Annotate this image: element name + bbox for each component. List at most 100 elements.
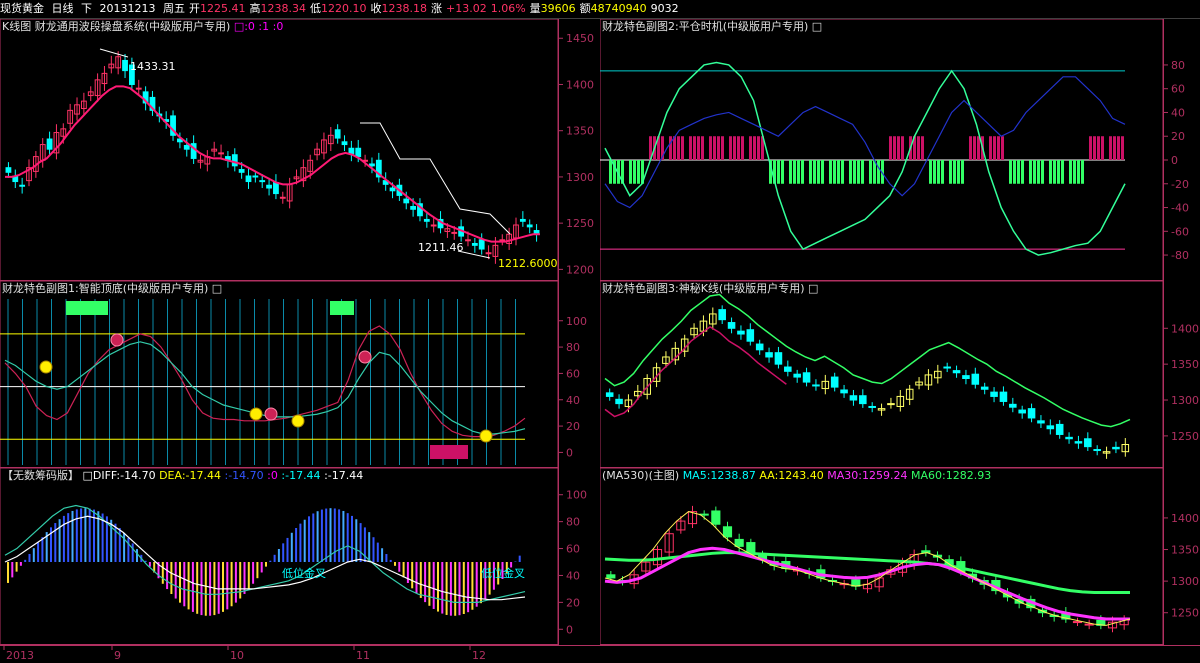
chips-chart[interactable]: 100 80 60 40 20 0 — [0, 468, 600, 645]
sub2-hist-bar — [669, 136, 672, 160]
sub3-candle — [1055, 423, 1064, 435]
sub2-panel[interactable]: 财龙特色副图2:平仓时机(中级版用户专用) □ 80 60 40 20 0 -20 -40 -… — [600, 19, 1200, 281]
sub3-chart[interactable]: 1400 1350 1300 1250 — [600, 281, 1200, 468]
date-tick-label: 10 — [230, 649, 244, 662]
sub1-title: 财龙特色副图1:智能顶底(中级版用户专用) □ — [2, 282, 223, 295]
kline-candle — [5, 167, 12, 173]
sub2-hist-bar — [829, 160, 832, 184]
aa-label: AA:1243.40 — [759, 469, 824, 482]
sub2-hist-bar — [1097, 136, 1100, 160]
ma-tick-label: 1350 — [1171, 544, 1199, 557]
sub3-candle — [1112, 446, 1120, 450]
sub3-candle — [737, 330, 745, 335]
sub2-tick-label: 20 — [1171, 130, 1185, 143]
chips-tick-label: 40 — [566, 569, 580, 582]
sub3-candle — [859, 395, 867, 405]
chips-panel[interactable]: 【无数筹码版】 □DIFF:-14.70 DEA:-17.44 :-14.70 … — [0, 468, 600, 645]
sub3-candle — [962, 375, 970, 379]
period-label[interactable]: 日线 — [52, 2, 74, 15]
sub1-panel[interactable]: 财龙特色副图1:智能顶底(中级版用户专用) □ 100 80 60 40 20 0 — [0, 281, 600, 468]
sub2-hist-bar — [709, 136, 712, 160]
sub2-hist-bar — [1053, 160, 1056, 184]
kline-candle — [519, 218, 526, 222]
sub3-candle — [887, 403, 895, 406]
sub2-hist-bar — [957, 160, 960, 184]
sub3-candle — [1093, 449, 1101, 452]
sub2-hist-bar — [1077, 160, 1080, 184]
change-pct: 1.06% — [490, 2, 526, 15]
sub2-hist-bar — [721, 136, 724, 160]
chips-v4: :0 — [267, 469, 278, 482]
sub3-candle — [999, 391, 1008, 402]
ma-candle — [1084, 623, 1094, 626]
chips-annotation-1: 低位金叉 — [282, 567, 326, 580]
sub2-chart[interactable]: 80 60 40 20 0 -20 -40 -60 -80 — [600, 19, 1200, 281]
mode-label[interactable]: 下 — [81, 2, 92, 15]
kline-candle — [259, 180, 266, 183]
kline-candle — [273, 181, 279, 195]
sub2-tick-label: 40 — [1171, 106, 1185, 119]
kline-candle — [334, 129, 341, 139]
sub2-hist-bar — [833, 160, 836, 184]
sub1-chart[interactable]: 100 80 60 40 20 0 — [0, 281, 600, 468]
sub2-hist-bar — [797, 160, 800, 184]
sub1-tick-label: 80 — [566, 341, 580, 354]
sub2-hist-bar — [813, 160, 816, 184]
sub3-tick-label: 1300 — [1171, 394, 1199, 407]
sub2-hist-bar — [637, 160, 640, 184]
sub3-upper-line — [604, 293, 1131, 428]
sub2-hist-bar — [777, 160, 780, 184]
sub3-candle — [727, 322, 736, 329]
sub2-tick-label: -80 — [1171, 249, 1189, 262]
sub3-candle — [1084, 438, 1092, 448]
extra-value: 9032 — [650, 2, 679, 15]
kline-chart[interactable]: 1450 1400 1350 1300 1250 1200 — [0, 19, 600, 281]
sub2-hist-bar — [1013, 160, 1016, 184]
close-value: 1238.18 — [381, 2, 428, 15]
quote-header: 现货黄金 日线 下 20131213 周五 开1225.41 高1238.34 低12… — [0, 0, 1200, 19]
kline-candle — [471, 242, 478, 246]
sub1-tick-label: 100 — [566, 315, 587, 328]
sub2-hist-bar — [861, 160, 864, 184]
kline-candle — [348, 147, 355, 155]
quote-weekday: 周五 — [163, 2, 185, 15]
sub2-tick-label: 0 — [1171, 154, 1178, 167]
date-tick-label: 12 — [472, 649, 486, 662]
sub2-hist-bar — [1033, 160, 1036, 184]
sub2-hist-bar — [849, 160, 852, 184]
sub3-candle — [802, 372, 811, 383]
kline-panel[interactable]: K线图 财龙通用波段操盘系统(中级版用户专用) □:0 :1 :0 1450 14… — [0, 19, 600, 281]
symbol-name[interactable]: 现货黄金 — [0, 2, 44, 15]
date-tick-label: 11 — [356, 649, 370, 662]
sub2-hist-bar — [681, 136, 684, 160]
open-label: 开 — [189, 2, 200, 15]
sub2-hist-bar — [733, 136, 736, 160]
sub1-line-red — [4, 325, 526, 438]
sub2-hist-bar — [673, 136, 676, 160]
ma-panel[interactable]: (MA530)(主图) MA5:1238.87 AA:1243.40 MA30:… — [600, 468, 1200, 645]
chips-v6: :-17.44 — [324, 469, 364, 482]
sub2-hist-bar — [693, 136, 696, 160]
chips-tick-label: 0 — [566, 623, 573, 636]
sub2-hist-bar — [841, 160, 844, 184]
amount-label: 额 — [579, 2, 591, 15]
sub1-tick-label: 0 — [566, 446, 573, 459]
sub2-hist-bar — [629, 160, 632, 184]
kline-title: K线图 — [2, 20, 32, 33]
sub2-hist-bar — [1029, 160, 1032, 184]
sub2-hist-bar — [1109, 136, 1112, 160]
sub2-hist-bar — [753, 136, 756, 160]
sub3-candle — [840, 389, 848, 394]
sub3-candle — [793, 373, 801, 378]
sub2-hist-bar — [937, 160, 940, 184]
sub3-candle — [765, 352, 773, 358]
sub1-tick-label: 20 — [566, 420, 580, 433]
sub2-hist-bar — [689, 136, 692, 160]
sub2-hist-bar — [961, 160, 964, 184]
ma-chart[interactable]: 1400 1350 1300 1250 — [600, 468, 1200, 645]
frown-icon — [110, 333, 124, 347]
sub3-panel[interactable]: 财龙特色副图3:神秘K线(中级版用户专用) □ 1400 1350 1300 1250 — [600, 281, 1200, 468]
kline-tick-label: 1200 — [566, 263, 594, 276]
sub2-hist-bar — [781, 160, 784, 184]
sub2-hist-bar — [889, 136, 892, 160]
